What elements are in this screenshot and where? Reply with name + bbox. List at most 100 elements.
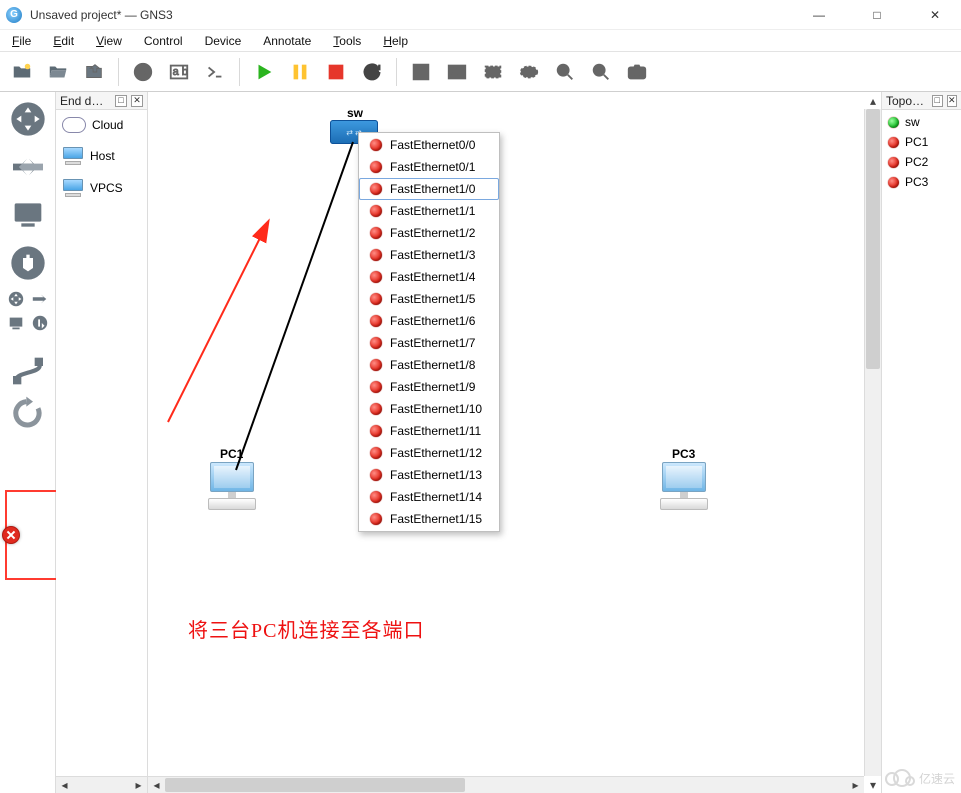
enddev-item-vpcs[interactable]: VPCS xyxy=(56,172,147,204)
menu-control[interactable]: Control xyxy=(138,33,189,49)
port-menu-label: FastEthernet1/3 xyxy=(390,248,475,262)
port-menu-item[interactable]: FastEthernet1/13 xyxy=(359,464,499,486)
status-led-icon xyxy=(888,157,899,168)
canvas-vscroll[interactable]: ▴▾ xyxy=(864,109,881,776)
port-menu-item[interactable]: FastEthernet0/1 xyxy=(359,156,499,178)
snapshot-button[interactable] xyxy=(127,56,159,88)
port-menu-label: FastEthernet1/5 xyxy=(390,292,475,306)
menu-device[interactable]: Device xyxy=(199,33,248,49)
rail-enddevices-button[interactable] xyxy=(5,192,51,238)
port-menu-item[interactable]: FastEthernet1/5 xyxy=(359,288,499,310)
cloud-icon xyxy=(62,117,86,133)
pause-all-button[interactable] xyxy=(284,56,316,88)
enddev-item-cloud[interactable]: Cloud xyxy=(56,110,147,140)
port-led-icon xyxy=(370,271,382,283)
port-menu-item[interactable]: FastEthernet1/0 xyxy=(359,178,499,200)
stop-all-button[interactable] xyxy=(320,56,352,88)
port-menu-item[interactable]: FastEthernet1/9 xyxy=(359,376,499,398)
draw-ellipse-button[interactable] xyxy=(513,56,545,88)
canvas-area: sw ⇄⇄ PC1 PC3 FastEthernet0/0FastEtherne… xyxy=(148,92,881,793)
enddev-item-host[interactable]: Host xyxy=(56,140,147,172)
toolbar: a b xyxy=(0,52,961,92)
port-menu-item[interactable]: FastEthernet1/12 xyxy=(359,442,499,464)
topo-item-label: sw xyxy=(905,115,920,129)
topo-item[interactable]: PC3 xyxy=(886,172,957,192)
port-menu-item[interactable]: FastEthernet0/0 xyxy=(359,134,499,156)
port-menu-item[interactable]: FastEthernet1/4 xyxy=(359,266,499,288)
rail-security-button[interactable] xyxy=(5,240,51,286)
port-menu-item[interactable]: FastEthernet1/14 xyxy=(359,486,499,508)
port-menu-item[interactable]: FastEthernet1/15 xyxy=(359,508,499,530)
show-names-button[interactable]: a b xyxy=(163,56,195,88)
rail-switches-button[interactable] xyxy=(5,144,51,190)
open-project-button[interactable] xyxy=(42,56,74,88)
menu-edit[interactable]: Edit xyxy=(47,33,80,49)
window-title: Unsaved project* — GNS3 xyxy=(30,8,799,22)
port-menu-label: FastEthernet0/0 xyxy=(390,138,475,152)
rail-undo-link-button[interactable] xyxy=(5,394,51,436)
port-menu-item[interactable]: FastEthernet1/3 xyxy=(359,244,499,266)
port-context-menu: FastEthernet0/0 FastEthernet0/1 FastEthern… xyxy=(358,132,500,532)
port-menu-label: FastEthernet1/10 xyxy=(390,402,482,416)
port-menu-item[interactable]: FastEthernet1/7 xyxy=(359,332,499,354)
start-all-button[interactable] xyxy=(248,56,280,88)
port-menu-item[interactable]: FastEthernet1/10 xyxy=(359,398,499,420)
port-led-icon xyxy=(370,227,382,239)
port-menu-label: FastEthernet1/14 xyxy=(390,490,482,504)
rail-small-3[interactable] xyxy=(5,312,27,334)
console-button[interactable] xyxy=(199,56,231,88)
panel-float-button[interactable]: □ xyxy=(932,95,942,107)
port-menu-label: FastEthernet1/0 xyxy=(390,182,475,196)
zoom-out-button[interactable] xyxy=(585,56,617,88)
close-button[interactable]: ✕ xyxy=(915,1,955,29)
port-menu-item[interactable]: FastEthernet1/8 xyxy=(359,354,499,376)
maximize-button[interactable]: □ xyxy=(857,1,897,29)
rail-small-4[interactable] xyxy=(29,312,51,334)
port-menu-item[interactable]: FastEthernet1/1 xyxy=(359,200,499,222)
rail-small-2[interactable] xyxy=(29,288,51,310)
port-menu-label: FastEthernet1/6 xyxy=(390,314,475,328)
port-led-icon xyxy=(370,447,382,459)
draw-rect-button[interactable] xyxy=(477,56,509,88)
minimize-button[interactable]: — xyxy=(799,1,839,29)
status-led-icon xyxy=(888,177,899,188)
insert-image-button[interactable] xyxy=(441,56,473,88)
panel-close-button[interactable]: ✕ xyxy=(947,95,957,107)
rail-link-button[interactable] xyxy=(5,350,51,392)
enddev-scrollbar[interactable]: ◂▸ xyxy=(56,776,147,793)
zoom-in-button[interactable] xyxy=(549,56,581,88)
annotation-text: 将三台PC机连接至各端口 xyxy=(188,614,424,643)
topo-item[interactable]: PC1 xyxy=(886,132,957,152)
port-menu-item[interactable]: FastEthernet1/2 xyxy=(359,222,499,244)
canvas-hscroll[interactable]: ◂▸ xyxy=(148,776,864,793)
annotate-note-button[interactable] xyxy=(405,56,437,88)
menu-view[interactable]: View xyxy=(90,33,128,49)
port-led-icon xyxy=(370,139,382,151)
menu-help[interactable]: Help xyxy=(377,33,414,49)
topo-item-label: PC3 xyxy=(905,175,928,189)
screenshot-button[interactable] xyxy=(621,56,653,88)
topology-canvas[interactable]: sw ⇄⇄ PC1 PC3 FastEthernet0/0FastEtherne… xyxy=(148,92,864,776)
menu-file[interactable]: File xyxy=(6,33,37,49)
topology-title: Topo… xyxy=(886,94,924,108)
rail-small-1[interactable] xyxy=(5,288,27,310)
svg-text:a b: a b xyxy=(173,65,188,77)
new-project-button[interactable] xyxy=(6,56,38,88)
menu-annotate[interactable]: Annotate xyxy=(257,33,317,49)
node-pc1[interactable] xyxy=(206,462,258,512)
panel-float-button[interactable]: □ xyxy=(115,95,127,107)
port-menu-item[interactable]: FastEthernet1/11 xyxy=(359,420,499,442)
end-devices-list: Cloud Host VPCS xyxy=(56,110,147,776)
topo-item[interactable]: PC2 xyxy=(886,152,957,172)
reload-all-button[interactable] xyxy=(356,56,388,88)
menu-tools[interactable]: Tools xyxy=(327,33,367,49)
host-icon xyxy=(62,147,84,165)
panel-close-button[interactable]: ✕ xyxy=(131,95,143,107)
node-pc3[interactable] xyxy=(658,462,710,512)
port-menu-item[interactable]: FastEthernet1/6 xyxy=(359,310,499,332)
topo-item[interactable]: sw xyxy=(886,112,957,132)
rail-routers-button[interactable] xyxy=(5,96,51,142)
app-icon: G xyxy=(6,7,22,23)
save-project-button[interactable] xyxy=(78,56,110,88)
cancel-link-badge[interactable] xyxy=(2,526,20,544)
